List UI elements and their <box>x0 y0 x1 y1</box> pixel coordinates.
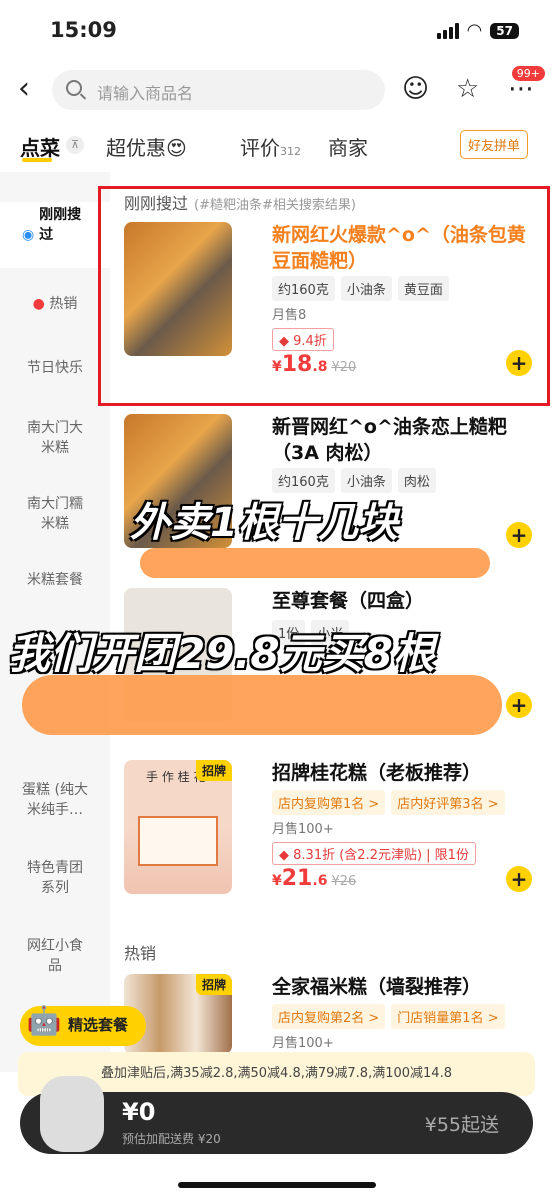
overlay-caption: 我们开团29.8元买8根 <box>8 629 435 678</box>
search-placeholder: 请输入商品名 <box>97 84 194 103</box>
status-time: 15:09 <box>50 18 117 42</box>
price-int: 18 <box>281 352 313 377</box>
rank-tags: 店内复购第2名 > 门店销量第1名 > <box>272 1004 505 1029</box>
search-icon <box>66 80 82 96</box>
sidebar-item-nandamen-rice-cake[interactable]: 南大门大米糕 <box>0 418 110 458</box>
discount-badge: ◆ 9.4折 <box>272 328 334 351</box>
sidebar-item-cake[interactable]: 蛋糕 (纯大米纯手… <box>0 780 110 820</box>
search-input[interactable]: 请输入商品名 <box>52 70 385 110</box>
discount-badge: ◆ 8.31折 (含2.2元津贴) | 限1份 <box>272 842 476 865</box>
product-price: ¥21.6 ¥26 <box>272 866 357 891</box>
product-card[interactable]: 招牌 全家福米糕（墙裂推荐） 店内复购第2名 > 门店销量第1名 > 月售100… <box>120 974 540 1064</box>
product-tags: 约160克 小油条 黄豆面 <box>272 276 449 301</box>
product-name: 招牌桂花糕（老板推荐） <box>272 762 482 784</box>
wifi-icon: ◠ <box>466 20 483 41</box>
signal-icon <box>436 22 459 39</box>
tab-reviews[interactable]: 评价312 <box>240 132 301 161</box>
sidebar-item-festival[interactable]: 节日快乐 <box>0 358 110 378</box>
customer-service-icon[interactable]: ☺ <box>402 74 429 104</box>
sidebar-item-hot[interactable]: ● 热销 <box>0 294 110 314</box>
cart-bar[interactable]: ¥0 预估加配送费 ¥20 ¥55起送 <box>20 1076 533 1154</box>
delivery-fee: 预估加配送费 ¥20 <box>122 1132 221 1146</box>
discount-text: 8.31折 (含2.2元津贴) | 限1份 <box>293 848 469 863</box>
sidebar-item-qingtuan[interactable]: 特色青团系列 <box>0 858 110 898</box>
min-order: ¥55起送 <box>424 1114 499 1136</box>
tag: 黄豆面 <box>397 276 449 301</box>
robot-mascot-icon: 🤖 <box>26 1004 62 1037</box>
tab-deals[interactable]: 超优惠😍 <box>106 132 187 161</box>
product-image <box>124 222 232 356</box>
section-hot-title: 热销 <box>124 944 157 963</box>
product-name: 至尊套餐（四盒） <box>272 590 425 612</box>
tag: 小油条 <box>340 276 392 301</box>
price-int: 21 <box>281 866 313 891</box>
heart-eyes-icon: 😍 <box>166 136 187 160</box>
tab-merchant[interactable]: 商家 <box>328 132 368 161</box>
status-icons: ◠ 57 <box>436 20 519 41</box>
favorite-star-icon[interactable]: ☆ <box>456 74 479 104</box>
add-to-cart-button[interactable]: + <box>506 522 532 548</box>
rank-tag[interactable]: 店内复购第2名 > <box>272 1004 386 1029</box>
tag: 肉松 <box>397 468 436 493</box>
old-price: ¥20 <box>331 360 357 375</box>
product-image: 手 作 桂 花 招牌 <box>124 760 232 894</box>
product-name: 新网红火爆款^o^（油条包黄豆面糙粑） <box>272 224 526 272</box>
mascot-icon <box>40 1076 104 1152</box>
sidebar-item-set-meal[interactable]: 米糕套餐 <box>0 570 110 590</box>
header: ‹ 请输入商品名 ☺ ☆ ⋯ 99+ <box>0 66 553 112</box>
recent-search-icon: ◉ <box>22 227 35 243</box>
tag: 约160克 <box>272 276 335 301</box>
notification-badge: 99+ <box>511 66 545 81</box>
sidebar-item-nandamen-glutinous[interactable]: 南大门糯米糕 <box>0 494 110 534</box>
cake-box-graphic <box>138 816 218 866</box>
featured-set-label: 精选套餐 <box>68 1016 129 1034</box>
add-to-cart-button[interactable]: + <box>506 866 532 892</box>
add-to-cart-button[interactable]: + <box>506 350 532 376</box>
sidebar-item-label: 热销 <box>49 296 78 312</box>
tab-deals-label: 超优惠 <box>106 136 166 160</box>
product-name: 全家福米糕（墙裂推荐） <box>272 976 482 998</box>
product-name: 新晋网红^o^油条恋上糙粑（3A 肉松） <box>272 416 507 464</box>
rank-tag[interactable]: 店内好评第3名 > <box>391 790 505 815</box>
sidebar-item-snacks[interactable]: 网红小食品 <box>0 936 110 976</box>
discount-text: 9.4折 <box>293 334 327 349</box>
cart-amount: ¥0 <box>122 1098 156 1126</box>
highlight-stroke <box>22 675 502 735</box>
monthly-sales: 月售8 <box>272 308 307 323</box>
rank-tags: 店内复购第1名 > 店内好评第3名 > <box>272 790 505 815</box>
pin-icon[interactable]: ⊼ <box>66 136 84 154</box>
overlay-caption: 外卖1根十几块 <box>130 500 398 546</box>
back-icon[interactable]: ‹ <box>18 74 48 104</box>
review-count: 312 <box>280 145 301 158</box>
product-card[interactable]: 新网红火爆款^o^（油条包黄豆面糙粑） 约160克 小油条 黄豆面 月售8 ◆ … <box>120 222 540 392</box>
status-bar: 15:09 ◠ 57 <box>0 0 553 60</box>
monthly-sales: 月售100+ <box>272 822 334 837</box>
battery-icon: 57 <box>490 22 519 39</box>
friend-group-order-button[interactable]: 好友拼单 <box>460 130 529 159</box>
sidebar-item-recent[interactable]: ◉ 刚刚搜过 <box>0 202 110 268</box>
signature-badge: 招牌 <box>195 760 232 781</box>
rank-tag[interactable]: 店内复购第1名 > <box>272 790 386 815</box>
price-dec: .8 <box>312 359 328 375</box>
old-price: ¥26 <box>331 874 357 889</box>
price-dec: .6 <box>312 873 328 889</box>
tab-underline <box>22 158 52 162</box>
tab-bar: 点菜 ⊼ 超优惠😍 评价312 商家 好友拼单 <box>0 126 553 166</box>
monthly-sales: 月售100+ <box>272 1036 334 1051</box>
product-price: ¥18.8 ¥20 <box>272 352 357 377</box>
product-card[interactable]: 手 作 桂 花 招牌 招牌桂花糕（老板推荐） 店内复购第1名 > 店内好评第3名… <box>120 760 540 900</box>
tab-order[interactable]: 点菜 <box>20 132 60 161</box>
highlight-stroke <box>140 548 490 578</box>
signature-badge: 招牌 <box>195 974 232 995</box>
fire-icon: ● <box>32 296 45 312</box>
sidebar-item-label: 刚刚搜过 <box>39 207 82 243</box>
tab-reviews-label: 评价 <box>240 136 280 160</box>
rank-tag[interactable]: 门店销量第1名 > <box>391 1004 505 1029</box>
add-to-cart-button[interactable]: + <box>506 692 532 718</box>
home-indicator[interactable] <box>178 1182 376 1188</box>
